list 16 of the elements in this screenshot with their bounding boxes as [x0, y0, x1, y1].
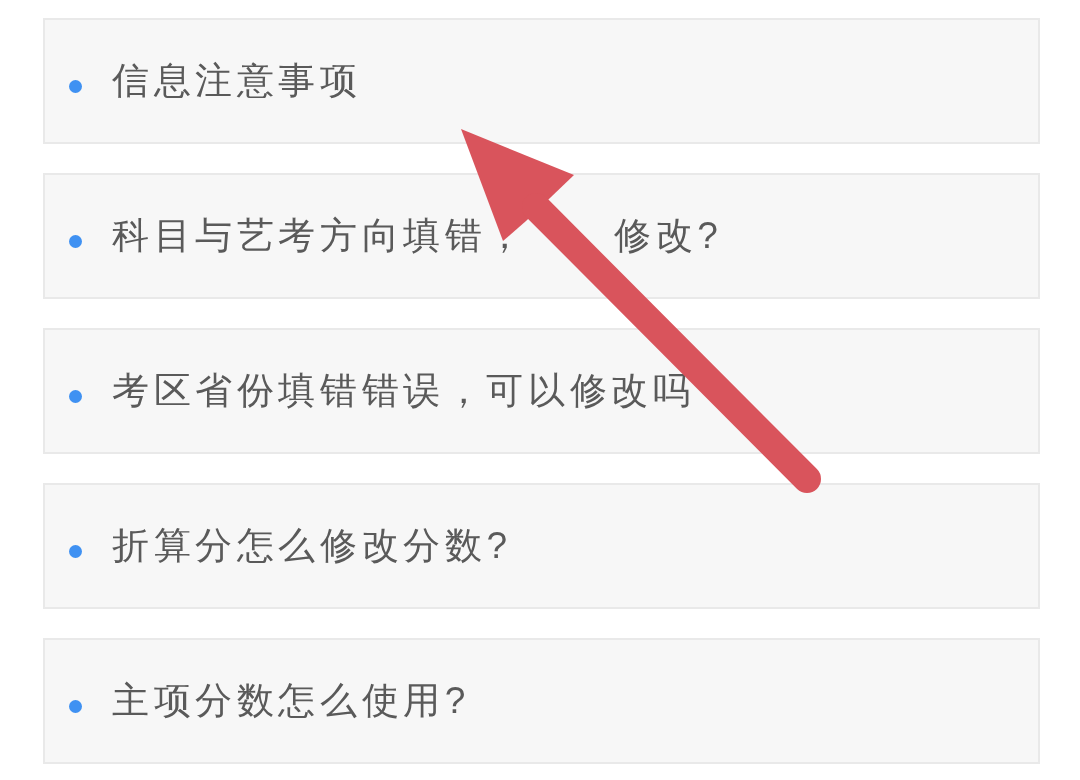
question-card[interactable]: 信息注意事项: [43, 18, 1040, 144]
question-text: 信息注意事项: [112, 59, 362, 103]
question-card[interactable]: 主项分数怎么使用?: [43, 638, 1040, 764]
bullet-icon: [69, 234, 82, 248]
bullet-icon: [69, 544, 82, 558]
question-text: 修改?: [614, 214, 723, 258]
bullet-icon: [69, 79, 82, 93]
bullet-icon: [69, 699, 82, 713]
bullet-icon: [69, 389, 82, 403]
question-text: 考区省份填错错误，可以修改吗: [112, 369, 695, 413]
question-text: 折算分怎么修改分数?: [112, 524, 512, 568]
question-text: 主项分数怎么使用?: [112, 679, 470, 723]
question-text: 科目与艺考方向填错，: [112, 214, 528, 258]
question-card[interactable]: 科目与艺考方向填错， 修改?: [43, 173, 1040, 299]
question-card[interactable]: 考区省份填错错误，可以修改吗: [43, 328, 1040, 454]
question-card[interactable]: 折算分怎么修改分数?: [43, 483, 1040, 609]
